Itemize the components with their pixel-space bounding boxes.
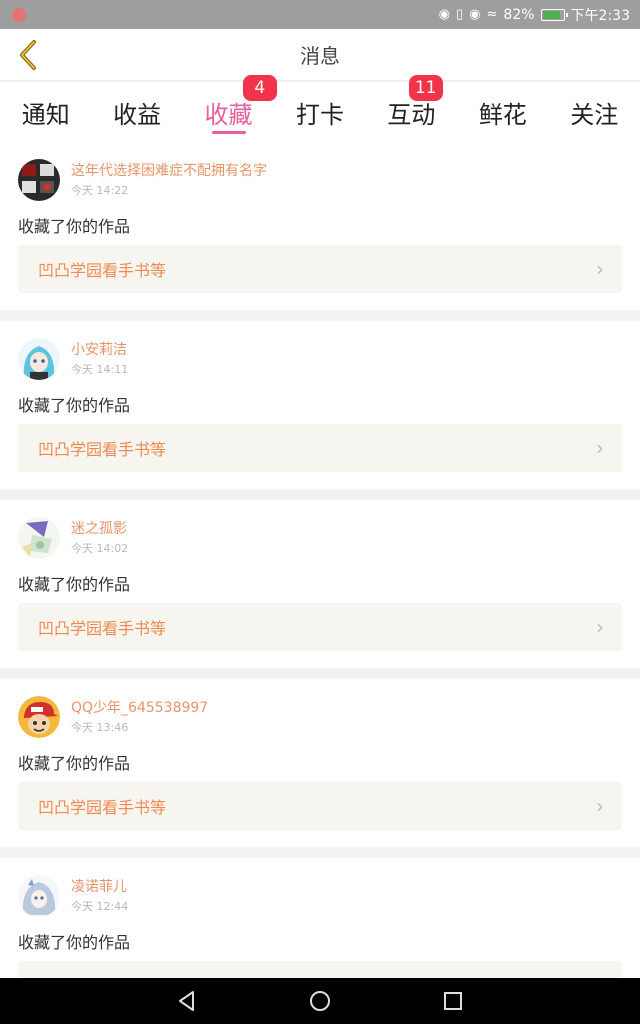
tab-label: 鲜花: [478, 100, 527, 129]
message-card: 迷之孤影 今天 14:02 收藏了你的作品 凹凸学园看手书等 ›: [0, 500, 640, 668]
work-link[interactable]: 凹凸学园看手书等 ›: [18, 245, 622, 293]
tab-label: 打卡: [295, 100, 344, 129]
headset-icon: ◉: [438, 7, 451, 22]
user-avatar[interactable]: [18, 159, 60, 201]
vibrate-icon: ▯: [456, 7, 464, 22]
action-text: 收藏了你的作品: [18, 575, 131, 594]
username[interactable]: 凌诺菲儿: [71, 878, 128, 896]
chevron-left-icon: [20, 40, 36, 70]
navigation-bar: [0, 978, 640, 1024]
user-avatar[interactable]: [18, 517, 60, 559]
work-title: 凹凸学园看手书等: [38, 440, 167, 459]
user-avatar[interactable]: [18, 875, 60, 917]
username[interactable]: QQ少年_645538997: [71, 699, 208, 717]
tab-interactions[interactable]: 互动 11: [366, 75, 457, 142]
triangle-back-icon: [178, 991, 194, 1011]
action-text: 收藏了你的作品: [18, 217, 131, 236]
nav-recents-button[interactable]: [433, 981, 473, 1021]
tab-earnings[interactable]: 收益: [91, 82, 182, 142]
nav-back-button[interactable]: [167, 981, 207, 1021]
tab-label: 关注: [570, 100, 619, 129]
chevron-right-icon: ›: [596, 257, 604, 281]
message-time: 今天 14:22: [71, 184, 129, 197]
chevron-right-icon: ›: [596, 436, 604, 460]
work-link[interactable]: 凹凸学园看手书等 ›: [18, 424, 622, 472]
page-title: 消息: [300, 44, 340, 68]
user-avatar[interactable]: [18, 696, 60, 738]
message-list[interactable]: 这年代选择困难症不配拥有名字 今天 14:22 收藏了你的作品 凹凸学园看手书等…: [0, 142, 640, 978]
username[interactable]: 这年代选择困难症不配拥有名字: [71, 162, 267, 180]
message-time: 今天 13:46: [71, 721, 129, 734]
tab-flowers[interactable]: 鲜花: [457, 82, 548, 142]
user-avatar[interactable]: [18, 338, 60, 380]
status-time: 下午2:33: [570, 7, 630, 24]
action-text: 收藏了你的作品: [18, 396, 131, 415]
chevron-right-icon: ›: [596, 615, 604, 639]
tab-favorites[interactable]: 收藏 4: [183, 75, 277, 142]
tab-label: 收益: [113, 100, 162, 129]
username[interactable]: 迷之孤影: [71, 520, 128, 538]
square-recents-icon: [444, 992, 463, 1010]
tab-notifications[interactable]: 通知: [0, 82, 91, 142]
message-time: 今天 12:44: [71, 900, 129, 913]
favorites-count-badge: 4: [242, 75, 277, 101]
tab-following[interactable]: 关注: [549, 82, 640, 142]
action-text: 收藏了你的作品: [18, 933, 131, 952]
battery-percent: 82%: [503, 6, 535, 23]
work-link[interactable]: [18, 961, 622, 978]
header: 消息: [0, 29, 640, 81]
wifi-icon: ≈: [486, 7, 498, 22]
nav-home-button[interactable]: [300, 981, 340, 1021]
tab-checkin[interactable]: 打卡: [274, 82, 365, 142]
work-title: 凹凸学园看手书等: [38, 619, 167, 638]
work-link[interactable]: 凹凸学园看手书等 ›: [18, 603, 622, 651]
username[interactable]: 小安莉洁: [71, 341, 128, 359]
message-card: QQ少年_645538997 今天 13:46 收藏了你的作品 凹凸学园看手书等…: [0, 679, 640, 847]
work-link[interactable]: 凹凸学园看手书等 ›: [18, 782, 622, 830]
chevron-right-icon: ›: [596, 794, 604, 818]
back-button[interactable]: [8, 35, 48, 75]
message-time: 今天 14:02: [71, 542, 129, 555]
app-notification-icon: [12, 7, 26, 22]
eye-icon: ◉: [469, 7, 481, 22]
circle-home-icon: [309, 991, 330, 1011]
action-text: 收藏了你的作品: [18, 754, 131, 773]
work-title: 凹凸学园看手书等: [38, 798, 167, 817]
status-bar: ◉ ▯ ◉ ≈ 82% 下午2:33: [0, 0, 640, 29]
message-card: 这年代选择困难症不配拥有名字 今天 14:22 收藏了你的作品 凹凸学园看手书等…: [0, 142, 640, 310]
message-card: 小安莉洁 今天 14:11 收藏了你的作品 凹凸学园看手书等 ›: [0, 321, 640, 489]
work-title: 凹凸学园看手书等: [38, 261, 167, 280]
message-time: 今天 14:11: [71, 363, 129, 376]
tab-label: 收藏: [204, 100, 253, 129]
message-card: 凌诺菲儿 今天 12:44 收藏了你的作品: [0, 858, 640, 978]
battery-icon: [540, 8, 568, 21]
interactions-count-badge: 11: [408, 75, 443, 101]
tab-label: 通知: [21, 100, 70, 129]
tab-bar: 通知 收益 收藏 4 打卡 互动 11 鲜花 关注: [0, 75, 640, 142]
